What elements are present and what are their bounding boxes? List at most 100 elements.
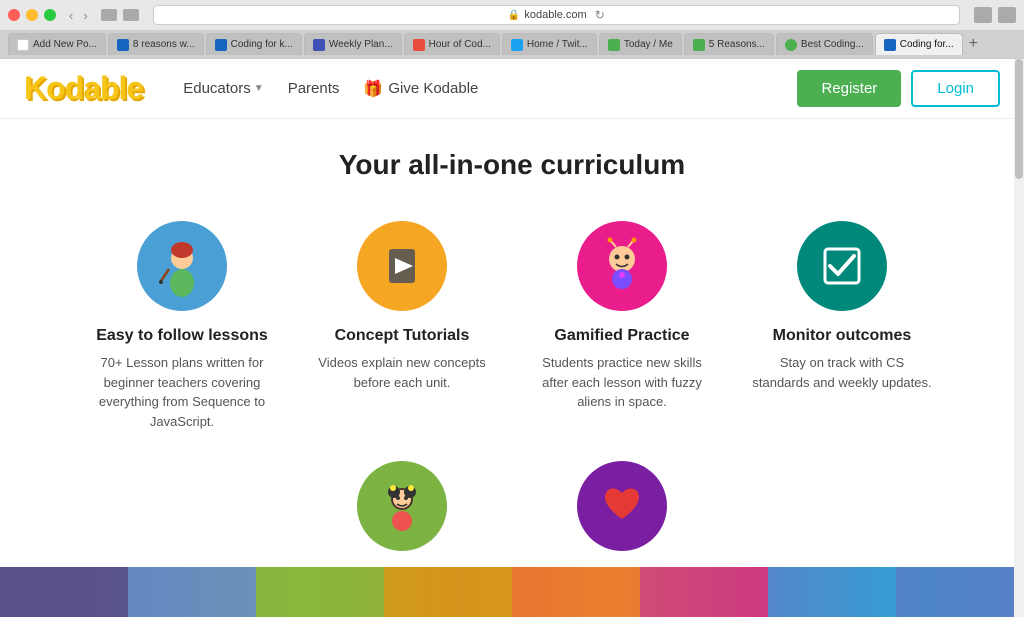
teacher-svg: [147, 231, 217, 301]
tab-favicon: [17, 39, 29, 51]
nav-right: Register Login: [797, 70, 1000, 107]
forward-button[interactable]: ›: [80, 8, 90, 23]
monitor-outcomes-desc: Stay on track with CS standards and week…: [752, 353, 932, 392]
page-content: Kodable Educators ▼ Parents 🎁 Give Kodab…: [0, 59, 1024, 617]
feature-gamified-practice: Gamified Practice Students practice new …: [512, 211, 732, 451]
tab-weekly-plan[interactable]: Weekly Plan...: [304, 33, 402, 55]
feature-monitor-outcomes: Monitor outcomes Stay on track with CS s…: [732, 211, 952, 451]
tab-coding-for[interactable]: Coding for...: [875, 33, 963, 55]
share-button[interactable]: [974, 7, 992, 23]
tab-favicon: [785, 39, 797, 51]
parents-label: Parents: [288, 80, 340, 97]
lock-icon: 🔒: [508, 10, 520, 21]
gamified-practice-title: Gamified Practice: [532, 327, 712, 345]
educators-label: Educators: [183, 80, 251, 97]
learn-more-icon: [577, 461, 667, 551]
new-tab-button[interactable]: +: [965, 35, 982, 53]
tab-8-reasons[interactable]: 8 reasons w...: [108, 33, 204, 55]
back-button[interactable]: ‹: [66, 8, 76, 23]
strip-seg-4: [384, 567, 512, 617]
add-tab-button[interactable]: [998, 7, 1016, 23]
tab-label: 5 Reasons...: [709, 39, 765, 50]
alien-svg: [587, 231, 657, 301]
educators-chevron-icon: ▼: [254, 83, 264, 94]
monitor-outcomes-icon: [797, 221, 887, 311]
concept-tutorials-title: Concept Tutorials: [312, 327, 492, 345]
tab-label: Coding for k...: [231, 39, 293, 50]
gift-icon: 🎁: [363, 79, 383, 99]
main-content: Your all-in-one curriculum: [0, 119, 1024, 617]
maximize-window-button[interactable]: [44, 9, 56, 21]
tab-5-reasons[interactable]: 5 Reasons...: [684, 33, 774, 55]
gamified-practice-desc: Students practice new skills after each …: [532, 353, 712, 412]
login-button[interactable]: Login: [911, 70, 1000, 107]
tab-today-me[interactable]: Today / Me: [599, 33, 682, 55]
tab-favicon: [608, 39, 620, 51]
feature-concept-tutorials: Concept Tutorials Videos explain new con…: [292, 211, 512, 451]
tab-best-coding[interactable]: Best Coding...: [776, 33, 873, 55]
strip-seg-8: [896, 567, 1024, 617]
tab-favicon: [313, 39, 325, 51]
browser-actions: [974, 7, 1016, 23]
register-button[interactable]: Register: [797, 70, 901, 107]
reload-icon: ↻: [595, 8, 605, 22]
scrollbar-thumb[interactable]: [1015, 59, 1023, 179]
tab-label: Today / Me: [624, 39, 673, 50]
tab-add-new-po[interactable]: Add New Po...: [8, 33, 106, 55]
educators-menu[interactable]: Educators ▼: [173, 72, 273, 105]
window-icon: [101, 9, 117, 21]
tab-favicon: [511, 39, 523, 51]
tab-favicon: [117, 39, 129, 51]
address-bar[interactable]: 🔒 kodable.com ↻: [153, 5, 960, 25]
tab-label: Home / Twit...: [527, 39, 588, 50]
video-svg: [367, 231, 437, 301]
strip-seg-3: [256, 567, 384, 617]
parents-link[interactable]: Parents: [278, 72, 350, 105]
features-row1: Easy to follow lessons 70+ Lesson plans …: [62, 211, 962, 451]
browser-titlebar: ‹ › 🔒 kodable.com ↻: [0, 0, 1024, 30]
tab-coding-k[interactable]: Coding for k...: [206, 33, 302, 55]
give-kodable-label: Give Kodable: [388, 80, 478, 97]
give-kodable-link[interactable]: 🎁 Give Kodable: [353, 71, 488, 107]
main-title: Your all-in-one curriculum: [20, 149, 1004, 181]
strip-seg-5: [512, 567, 640, 617]
window-controls: [101, 9, 139, 21]
checkmark-svg: [807, 231, 877, 301]
heart-svg: [587, 471, 657, 541]
browser-tabs: Add New Po... 8 reasons w... Coding for …: [0, 30, 1024, 58]
tab-hour-of-code[interactable]: Hour of Cod...: [404, 33, 500, 55]
nav-links: Educators ▼ Parents 🎁 Give Kodable: [173, 71, 488, 107]
tab-favicon: [884, 39, 896, 51]
monitor-outcomes-title: Monitor outcomes: [752, 327, 932, 345]
bottom-photo-strip: [0, 567, 1024, 617]
tab-label: 8 reasons w...: [133, 39, 195, 50]
foster-creativity-icon: [357, 461, 447, 551]
nav-arrows: ‹ ›: [66, 8, 91, 23]
url-text: kodable.com: [524, 9, 586, 21]
minimize-window-button[interactable]: [26, 9, 38, 21]
tab-home-twitter[interactable]: Home / Twit...: [502, 33, 597, 55]
feature-easy-lessons: Easy to follow lessons 70+ Lesson plans …: [72, 211, 292, 451]
tab-favicon: [413, 39, 425, 51]
logo[interactable]: Kodable: [24, 70, 143, 107]
tab-label: Weekly Plan...: [329, 39, 393, 50]
window-icon2: [123, 9, 139, 21]
concept-tutorials-desc: Videos explain new concepts before each …: [312, 353, 492, 392]
concept-tutorials-icon: [357, 221, 447, 311]
tab-label: Best Coding...: [801, 39, 864, 50]
easy-lessons-icon: [137, 221, 227, 311]
scrollbar[interactable]: [1014, 59, 1024, 617]
gamified-practice-icon: [577, 221, 667, 311]
girl-svg: [367, 471, 437, 541]
strip-seg-6: [640, 567, 768, 617]
easy-lessons-desc: 70+ Lesson plans written for beginner te…: [92, 353, 272, 431]
close-window-button[interactable]: [8, 9, 20, 21]
tab-label: Coding for...: [900, 39, 954, 50]
tab-label: Add New Po...: [33, 39, 97, 50]
tab-favicon: [693, 39, 705, 51]
strip-seg-1: [0, 567, 128, 617]
strip-seg-7: [768, 567, 896, 617]
easy-lessons-title: Easy to follow lessons: [92, 327, 272, 345]
tab-favicon: [215, 39, 227, 51]
browser-chrome: ‹ › 🔒 kodable.com ↻ Add New Po... 8 reas…: [0, 0, 1024, 59]
